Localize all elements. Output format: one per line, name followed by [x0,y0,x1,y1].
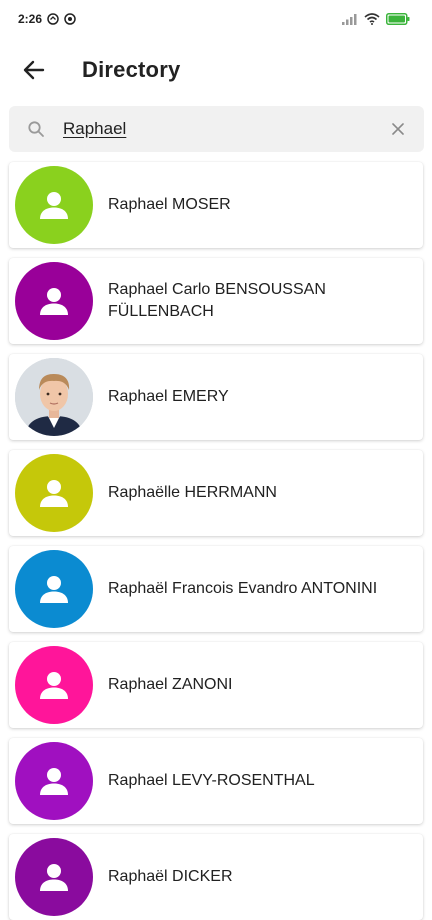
avatar [15,838,93,916]
person-name: Raphael EMERY [108,388,229,405]
person-name: Raphaëlle HERRMANN [108,484,277,501]
status-bar: 2:26 [0,0,432,38]
person-icon [37,572,71,606]
list-item[interactable]: Raphael Carlo BENSOUSSAN FÜLLENBACH [9,258,423,344]
status-time: 2:26 [18,12,43,26]
person-name: Raphaël Francois Evandro ANTONINI [108,580,378,597]
person-name: Raphael ZANONI [108,676,233,693]
person-icon [37,284,71,318]
person-icon [37,668,71,702]
directory-list: Raphael MOSER Raphael Carlo BENSOUSSAN FÜ… [0,162,432,920]
close-icon [391,122,405,136]
person-name: Raphaël DICKER [108,868,233,885]
battery-icon [386,13,410,25]
list-item[interactable]: Raphael MOSER [9,162,423,248]
person-name: Raphael LEVY-ROSENTHAL [108,772,315,789]
page-title: Directory [82,57,181,82]
search-icon [27,120,45,138]
avatar [15,166,93,244]
app-bar: Directory [0,38,432,102]
back-button[interactable] [18,54,50,86]
list-item[interactable]: Raphaël DICKER [9,834,423,920]
person-icon [37,476,71,510]
person-icon [37,188,71,222]
status-left: 2:26 [18,12,76,26]
avatar [15,262,93,340]
search-input[interactable] [61,118,386,140]
wifi-icon [364,13,380,25]
clear-search-button[interactable] [386,117,410,141]
list-item[interactable]: Raphaël Francois Evandro ANTONINI [9,546,423,632]
avatar [15,646,93,724]
list-item[interactable]: Raphael ZANONI [9,642,423,728]
avatar [15,550,93,628]
arrow-left-icon [23,60,45,80]
status-right [342,13,410,25]
person-name: Raphael MOSER [108,196,231,213]
avatar [15,454,93,532]
list-item[interactable]: Raphael LEVY-ROSENTHAL [9,738,423,824]
person-icon [37,764,71,798]
signal-icon [342,13,358,25]
avatar [15,742,93,820]
person-icon [37,860,71,894]
person-name: Raphael Carlo BENSOUSSAN FÜLLENBACH [108,281,326,320]
avatar-photo [15,358,93,436]
search-bar [9,106,424,152]
notification-icon [47,13,59,25]
notification-icon [64,13,76,25]
list-item[interactable]: Raphaëlle HERRMANN [9,450,423,536]
list-item[interactable]: Raphael EMERY [9,354,423,440]
